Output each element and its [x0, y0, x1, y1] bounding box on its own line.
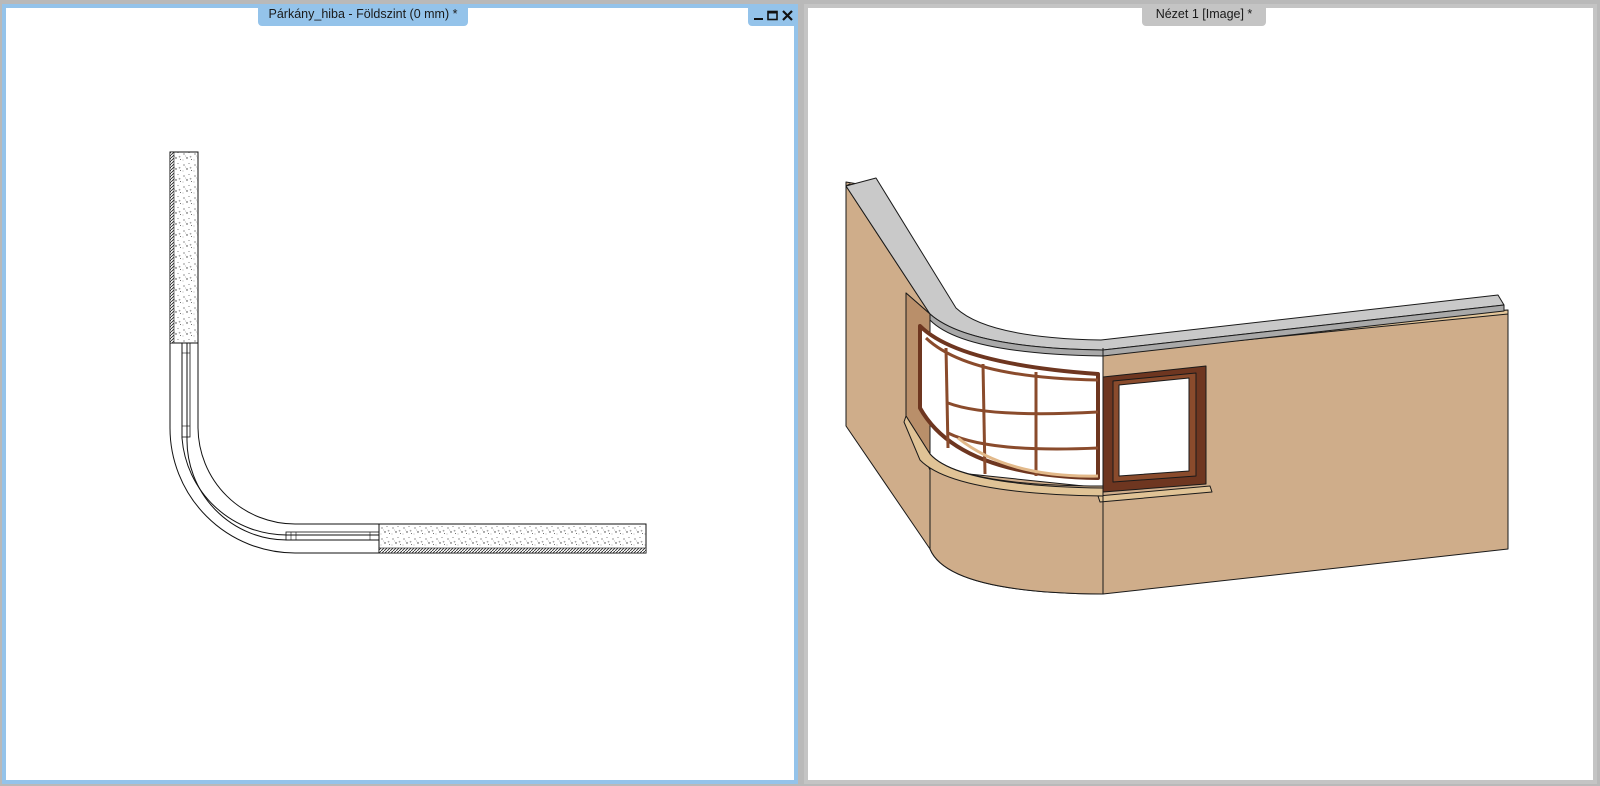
curved-window-segment[interactable] [169, 342, 380, 554]
wall-horizontal[interactable] [378, 523, 647, 554]
3d-view-window[interactable]: Nézet 1 [Image] * [804, 4, 1597, 784]
3d-view-render[interactable] [808, 8, 1593, 780]
wall-vertical[interactable] [169, 151, 199, 344]
floor-plan-window[interactable]: Párkány_hiba - Földszint (0 mm) * [2, 4, 798, 784]
straight-window[interactable] [1097, 365, 1213, 503]
floor-plan-drawing[interactable] [6, 8, 794, 780]
